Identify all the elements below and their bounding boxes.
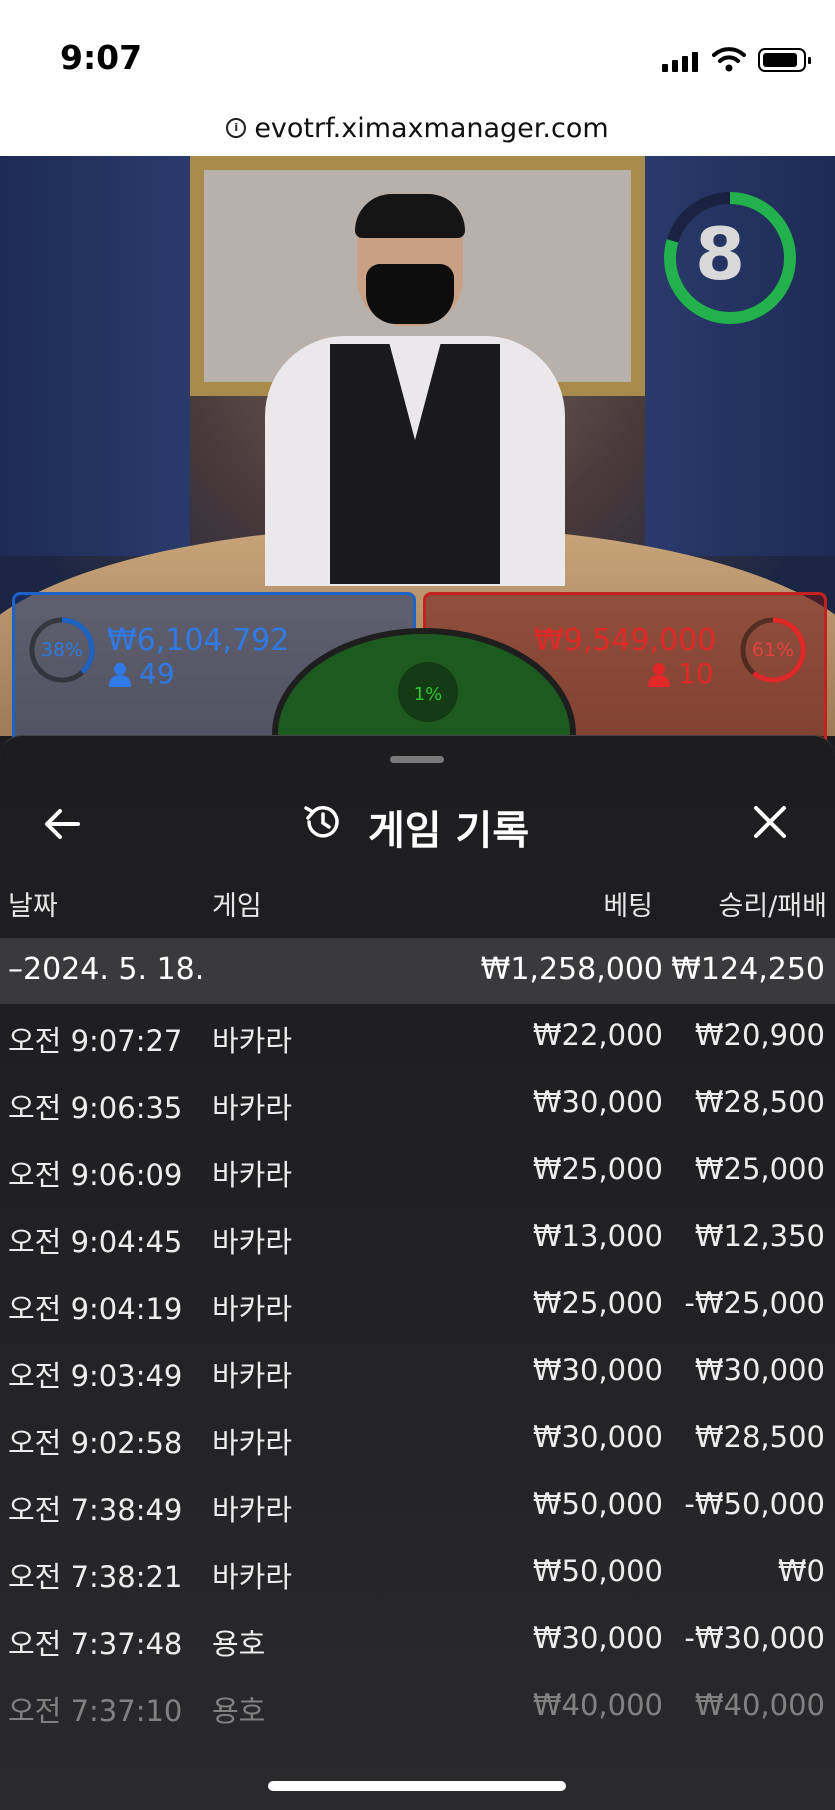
row-time: 오전 9:06:35 <box>8 1091 183 1125</box>
row-game: 용호 <box>212 1694 266 1728</box>
info-icon[interactable]: i <box>226 118 247 138</box>
row-result: ₩28,500 <box>694 1085 825 1119</box>
countdown-timer: 8 <box>694 212 746 296</box>
row-game: 용호 <box>212 1627 266 1661</box>
row-time: 오전 7:37:10 <box>8 1694 183 1728</box>
status-time: 9:07 <box>60 38 143 77</box>
status-bar: 9:07 <box>0 0 835 100</box>
row-time: 오전 9:06:09 <box>8 1158 183 1192</box>
column-bet: 베팅 <box>603 891 653 922</box>
user-icon <box>648 663 670 687</box>
row-bet: ₩13,000 <box>532 1219 663 1253</box>
battery-icon <box>758 48 811 72</box>
row-result: ₩40,000 <box>694 1688 825 1722</box>
home-indicator[interactable] <box>268 1781 566 1791</box>
wifi-icon <box>712 47 746 72</box>
row-bet: ₩30,000 <box>532 1085 663 1119</box>
banker-percent: 61% <box>751 639 795 661</box>
row-bet: ₩30,000 <box>532 1621 663 1655</box>
row-result: ₩12,350 <box>694 1219 825 1253</box>
table-row[interactable]: 오전 9:03:49 바카라 ₩30,000 ₩30,000 <box>0 1339 835 1405</box>
row-result: ₩25,000 <box>694 1152 825 1186</box>
row-bet: ₩50,000 <box>532 1554 663 1588</box>
column-game: 게임 <box>212 891 262 922</box>
row-time: 오전 9:04:45 <box>8 1225 183 1259</box>
summary-result: ₩124,250 <box>671 952 825 987</box>
row-bet: ₩30,000 <box>532 1420 663 1454</box>
table-row[interactable]: 오전 7:38:21 바카라 ₩50,000 ₩0 <box>0 1540 835 1606</box>
game-history-sheet: 게임 기록 날짜 게임 베팅 승리/패배 –2024. 5. 18. ₩1,25… <box>0 735 835 1810</box>
table-row[interactable]: 오전 7:37:48 용호 ₩30,000 -₩30,000 <box>0 1607 835 1673</box>
row-result: -₩30,000 <box>684 1621 825 1655</box>
row-time: 오전 9:07:27 <box>8 1024 183 1058</box>
row-result: ₩28,500 <box>694 1420 825 1454</box>
table-row[interactable]: 오전 9:04:19 바카라 ₩25,000 -₩25,000 <box>0 1272 835 1338</box>
user-icon <box>109 663 131 687</box>
sheet-title: 게임 기록 <box>368 808 530 854</box>
row-game: 바카라 <box>212 1225 293 1259</box>
tie-percent: 1% <box>413 684 443 705</box>
column-date: 날짜 <box>8 891 58 922</box>
row-game: 바카라 <box>212 1158 293 1192</box>
row-bet: ₩25,000 <box>532 1152 663 1186</box>
row-result: -₩50,000 <box>684 1487 825 1521</box>
row-time: 오전 9:04:19 <box>8 1292 183 1326</box>
summary-bet: ₩1,258,000 <box>480 952 663 987</box>
player-count: 49 <box>139 657 175 690</box>
row-time: 오전 7:37:48 <box>8 1627 183 1661</box>
table-row[interactable]: 오전 9:04:45 바카라 ₩13,000 ₩12,350 <box>0 1205 835 1271</box>
url-text: evotrf.ximaxmanager.com <box>254 112 609 144</box>
row-time: 오전 9:02:58 <box>8 1426 183 1460</box>
summary-date: –2024. 5. 18. <box>8 952 205 987</box>
row-game: 바카라 <box>212 1359 293 1393</box>
date-summary-row[interactable]: –2024. 5. 18. ₩1,258,000 ₩124,250 <box>0 938 835 1004</box>
table-row[interactable]: 오전 9:06:35 바카라 ₩30,000 ₩28,500 <box>0 1071 835 1137</box>
row-bet: ₩50,000 <box>532 1487 663 1521</box>
banker-count: 10 <box>678 657 714 690</box>
row-time: 오전 9:03:49 <box>8 1359 183 1393</box>
row-game: 바카라 <box>212 1292 293 1326</box>
signal-icon <box>662 52 698 72</box>
row-result: -₩25,000 <box>684 1286 825 1320</box>
table-row[interactable]: 오전 9:06:09 바카라 ₩25,000 ₩25,000 <box>0 1138 835 1204</box>
table-row[interactable]: 오전 7:38:49 바카라 ₩50,000 -₩50,000 <box>0 1473 835 1539</box>
row-game: 바카라 <box>212 1493 293 1527</box>
row-bet: ₩22,000 <box>532 1018 663 1052</box>
row-game: 바카라 <box>212 1024 293 1058</box>
row-bet: ₩30,000 <box>532 1353 663 1387</box>
row-game: 바카라 <box>212 1426 293 1460</box>
table-row[interactable]: 오전 9:02:58 바카라 ₩30,000 ₩28,500 <box>0 1406 835 1472</box>
row-game: 바카라 <box>212 1560 293 1594</box>
row-bet: ₩40,000 <box>532 1688 663 1722</box>
row-time: 오전 7:38:21 <box>8 1560 183 1594</box>
close-icon[interactable] <box>748 800 792 844</box>
sheet-header: 게임 기록 <box>0 776 835 866</box>
row-result: ₩30,000 <box>694 1353 825 1387</box>
row-time: 오전 7:38:49 <box>8 1493 183 1527</box>
address-bar[interactable]: i evotrf.ximaxmanager.com <box>0 100 835 156</box>
banker-amount: ₩9,549,000 <box>534 623 717 658</box>
row-result: ₩0 <box>777 1554 825 1588</box>
table-row[interactable]: 오전 7:37:10 용호 ₩40,000 ₩40,000 <box>0 1674 835 1740</box>
column-result: 승리/패배 <box>718 891 827 922</box>
row-result: ₩20,900 <box>694 1018 825 1052</box>
row-bet: ₩25,000 <box>532 1286 663 1320</box>
row-game: 바카라 <box>212 1091 293 1125</box>
player-percent: 38% <box>40 639 84 661</box>
table-row[interactable]: 오전 9:07:27 바카라 ₩22,000 ₩20,900 <box>0 1004 835 1070</box>
player-amount: ₩6,104,792 <box>107 623 290 658</box>
drag-handle[interactable] <box>390 756 444 763</box>
history-icon <box>304 806 339 838</box>
back-arrow-icon[interactable] <box>40 802 84 846</box>
tie-percent-ring: 1% <box>398 662 458 722</box>
